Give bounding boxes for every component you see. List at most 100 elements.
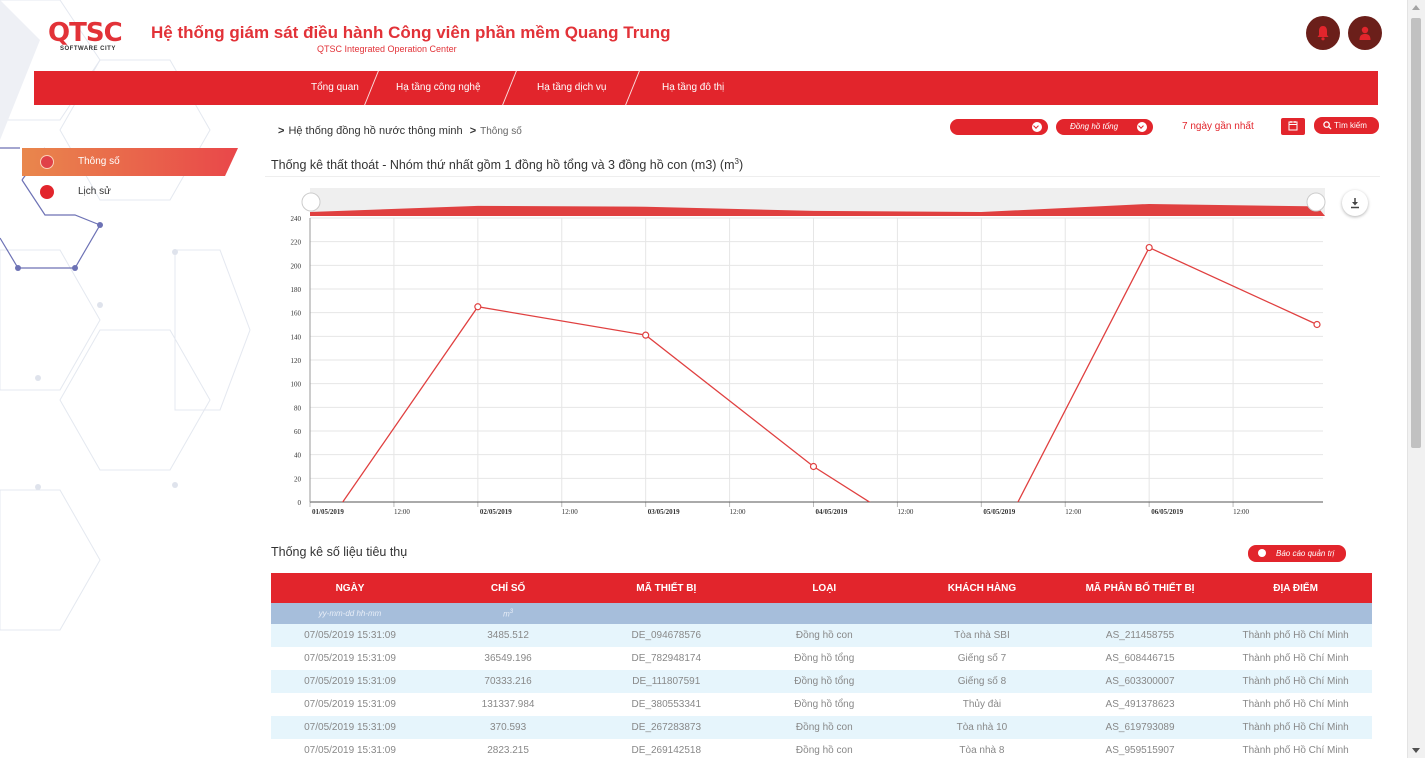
table-cell: 07/05/2019 15:31:09 xyxy=(271,739,430,762)
data-point[interactable] xyxy=(642,331,650,339)
admin-report-button[interactable]: Báo cáo quản trị xyxy=(1248,545,1346,562)
column-header[interactable]: ĐỊA ĐIỂM xyxy=(1219,573,1372,603)
column-header[interactable]: CHỈ SỐ xyxy=(429,573,588,603)
table-cell: DE_267283873 xyxy=(587,716,746,739)
column-header[interactable]: MÃ THIẾT BỊ xyxy=(587,573,746,603)
table-cell: Thành phố Hồ Chí Minh xyxy=(1219,716,1372,739)
notification-button[interactable] xyxy=(1306,16,1340,50)
table-cell: Thủy đài xyxy=(903,693,1061,716)
meter-type-select-value: Đồng hồ tổng xyxy=(1070,122,1119,131)
navigator-handle-right[interactable] xyxy=(1306,192,1326,212)
column-header[interactable]: MÃ PHÂN BỐ THIẾT BỊ xyxy=(1060,573,1220,603)
subheader-cell: m3 xyxy=(429,603,588,624)
logo-text: QTSC xyxy=(48,18,123,48)
data-point[interactable] xyxy=(474,303,482,311)
nav-divider xyxy=(625,71,640,105)
consumption-table: NGÀY CHỈ SỐ MÃ THIẾT BỊ LOẠI KHÁCH HÀNG MÃ PH… xyxy=(271,573,1372,762)
table-row[interactable]: 07/05/2019 15:31:09 36549.196 DE_782948174… xyxy=(271,647,1372,670)
x-tick-label: 03/05/2019 xyxy=(648,508,680,516)
search-button[interactable]: Tìm kiếm xyxy=(1314,117,1379,134)
table-cell: Giếng số 7 xyxy=(903,647,1061,670)
data-point[interactable] xyxy=(809,462,818,471)
table-cell: Đồng hồ tổng xyxy=(745,693,904,716)
table-cell: DE_380553341 xyxy=(587,693,746,716)
y-tick-label: 240 xyxy=(291,215,302,223)
x-tick-label: 05/05/2019 xyxy=(983,508,1015,516)
x-tick-label: 12:00 xyxy=(1065,508,1081,516)
data-point[interactable] xyxy=(1313,320,1321,329)
scroll-up-icon[interactable] xyxy=(1412,5,1420,10)
scroll-down-icon[interactable] xyxy=(1412,748,1420,753)
group-select[interactable] xyxy=(950,119,1048,135)
table-cell: Tòa nhà SBI xyxy=(903,624,1061,647)
table-cell: Đồng hồ con xyxy=(745,739,904,762)
table-row[interactable]: 07/05/2019 15:31:09 370.593 DE_267283873 Đồ… xyxy=(271,716,1372,739)
table-subheader-row: yy-mm-dd hh-mm m3 xyxy=(271,603,1372,624)
table-cell: DE_269142518 xyxy=(587,739,746,762)
loss-line-chart[interactable]: 0 20 40 60 80 100 120 140 160 180 200 220 240 01/05/2… xyxy=(265,178,1380,523)
sidebar-item-thong-so[interactable]: Thông số xyxy=(22,148,238,176)
y-tick-label: 80 xyxy=(294,404,302,412)
y-tick-label: 220 xyxy=(291,239,302,247)
subheader-cell xyxy=(1219,603,1372,624)
nav-ha-tang-do-thi[interactable]: Hạ tầng đô thị xyxy=(662,71,724,105)
breadcrumb-chevron-icon: > xyxy=(469,125,477,137)
site-subtitle: QTSC Integrated Operation Center xyxy=(317,44,457,54)
sidebar-item-label: Thông số xyxy=(78,156,120,167)
nav-ha-tang-cong-nghe[interactable]: Hạ tầng công nghệ xyxy=(396,71,481,105)
meter-type-select[interactable]: Đồng hồ tổng xyxy=(1056,119,1153,135)
chevron-down-icon xyxy=(1032,122,1042,132)
table-cell: Thành phố Hồ Chí Minh xyxy=(1219,670,1372,693)
search-button-label: Tìm kiếm xyxy=(1334,121,1367,130)
breadcrumb-chevron-icon: > xyxy=(278,125,285,137)
table-cell: DE_782948174 xyxy=(587,647,746,670)
table-cell: 370.593 xyxy=(429,716,588,739)
table-row[interactable]: 07/05/2019 15:31:09 2823.215 DE_269142518 Đ… xyxy=(271,739,1372,762)
y-tick-label: 120 xyxy=(291,357,302,365)
column-header[interactable]: LOẠI xyxy=(745,573,904,603)
table-cell: Thành phố Hồ Chí Minh xyxy=(1219,624,1372,647)
download-button[interactable] xyxy=(1342,190,1368,216)
bell-icon xyxy=(1317,26,1329,41)
table-row[interactable]: 07/05/2019 15:31:09 3485.512 DE_094678576 Đ… xyxy=(271,624,1372,647)
subheader-cell xyxy=(587,603,746,624)
column-header[interactable]: KHÁCH HÀNG xyxy=(903,573,1061,603)
table-cell: Đồng hồ tổng xyxy=(745,670,904,693)
y-tick-label: 200 xyxy=(291,262,302,270)
table-cell: 36549.196 xyxy=(429,647,588,670)
y-tick-label: 160 xyxy=(291,310,302,318)
data-point[interactable] xyxy=(1145,243,1153,252)
user-button[interactable] xyxy=(1348,16,1382,50)
user-icon xyxy=(1359,26,1371,40)
column-header[interactable]: NGÀY xyxy=(271,573,430,603)
calendar-button[interactable] xyxy=(1281,118,1305,135)
table-cell: AS_959515907 xyxy=(1060,739,1220,762)
sidebar-item-lich-su[interactable]: Lịch sử xyxy=(22,178,238,206)
y-tick-label: 140 xyxy=(291,333,302,341)
x-tick-label: 12:00 xyxy=(562,508,578,516)
app-header: QTSC SOFTWARE CITY Hệ thống giám sát điề… xyxy=(0,0,1408,70)
admin-report-label: Báo cáo quản trị xyxy=(1276,549,1335,558)
table-row[interactable]: 07/05/2019 15:31:09 131337.984 DE_38055334… xyxy=(271,693,1372,716)
navigator-handle-left[interactable] xyxy=(301,192,321,212)
chart-title-text: Thống kê thất thoát - Nhóm thứ nhất gồm … xyxy=(271,158,735,173)
table-cell: 70333.216 xyxy=(429,670,588,693)
qtsc-logo[interactable]: QTSC SOFTWARE CITY xyxy=(48,20,128,60)
scrollbar-thumb[interactable] xyxy=(1411,18,1421,448)
nav-divider xyxy=(364,71,379,105)
table-cell: Thành phố Hồ Chí Minh xyxy=(1219,693,1372,716)
nav-ha-tang-dich-vu[interactable]: Hạ tầng dịch vụ xyxy=(537,71,607,105)
table-cell: Thành phố Hồ Chí Minh xyxy=(1219,739,1372,762)
page-scrollbar[interactable] xyxy=(1407,0,1425,758)
table-cell: Đồng hồ con xyxy=(745,624,904,647)
table-cell: AS_619793089 xyxy=(1060,716,1220,739)
calendar-icon xyxy=(1288,121,1298,131)
breadcrumb-parent[interactable]: Hệ thống đồng hồ nước thông minh xyxy=(288,125,462,137)
table-row[interactable]: 07/05/2019 15:31:09 70333.216 DE_111807591… xyxy=(271,670,1372,693)
gauge-icon xyxy=(40,155,54,169)
table-cell: Tòa nhà 10 xyxy=(903,716,1061,739)
nav-tong-quan[interactable]: Tổng quan xyxy=(311,71,359,105)
date-range-text[interactable]: 7 ngày gần nhất xyxy=(1182,121,1254,132)
x-tick-label: 12:00 xyxy=(897,508,913,516)
table-cell: 07/05/2019 15:31:09 xyxy=(271,693,430,716)
